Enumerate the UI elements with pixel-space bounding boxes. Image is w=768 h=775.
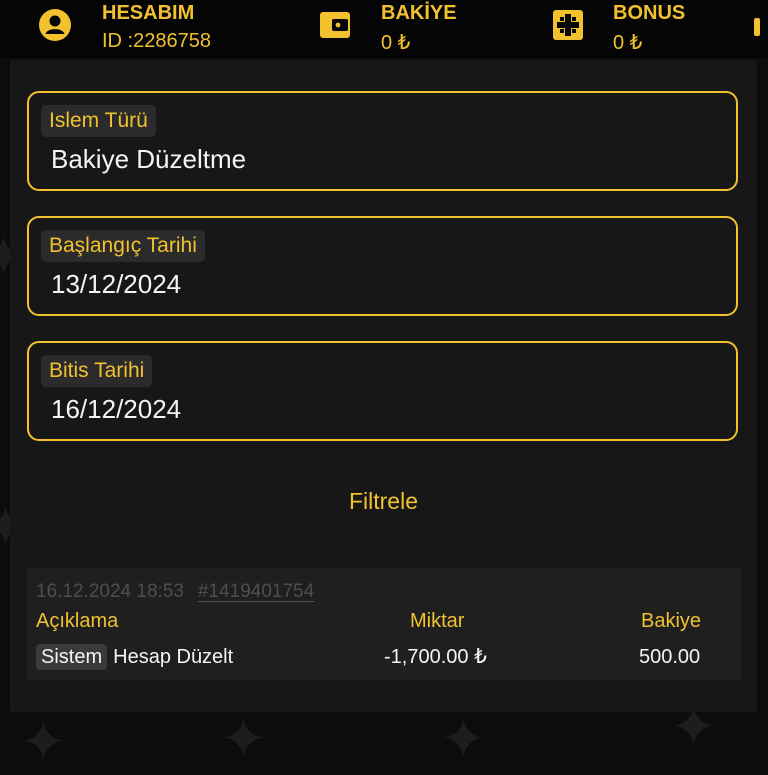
balance-value: 0 ₺ (381, 32, 411, 54)
account-id: ID :2286758 (102, 30, 211, 52)
transaction-id-link[interactable]: #1419401754 (198, 581, 314, 602)
bonus-title: BONUS (613, 2, 686, 24)
end-date-field[interactable]: Bitis Tarihi 16/12/2024 (27, 341, 738, 441)
background-star-icon: ✦ (220, 707, 267, 772)
bonus-header[interactable]: BONUS 0 ₺ (515, 0, 745, 58)
user-circle-icon (39, 9, 71, 41)
source-badge: Sistem (36, 644, 108, 670)
transaction-meta: 16.12.2024 18:53 #1419401754 (36, 580, 314, 604)
start-date-field[interactable]: Başlangıç Tarihi 13/12/2024 (27, 216, 738, 316)
end-date-label: Bitis Tarihi (41, 355, 153, 387)
start-date-label: Başlangıç Tarihi (41, 230, 205, 262)
balance-column-header: Bakiye (641, 610, 702, 632)
transaction-type-label: Islem Türü (41, 105, 156, 137)
transaction-amount: -1,700.00 ₺ (384, 646, 487, 668)
background-star-icon: ✦ (440, 707, 487, 772)
transaction-filter-panel: Islem Türü Bakiye Düzeltme Başlangıç Tar… (10, 60, 757, 712)
amount-column-header: Miktar (410, 610, 465, 632)
end-date-value: 16/12/2024 (51, 394, 182, 424)
background-star-icon: ✦ (20, 710, 67, 775)
balance-title: BAKİYE (381, 2, 457, 24)
account-header[interactable]: HESABIM ID :2286758 (0, 0, 260, 58)
wallet-icon (320, 12, 350, 38)
transaction-datetime: 16.12.2024 18:53 (36, 581, 184, 602)
balance-header[interactable]: BAKİYE 0 ₺ (280, 0, 520, 58)
bonus-value: 0 ₺ (613, 32, 643, 54)
filter-button[interactable]: Filtrele (10, 486, 757, 516)
start-date-value: 13/12/2024 (51, 269, 182, 299)
transaction-balance: 500.00 (639, 646, 701, 668)
header-overflow-indicator (754, 18, 760, 36)
transaction-card: 16.12.2024 18:53 #1419401754 Açıklama Mik… (27, 568, 741, 680)
transaction-type-select[interactable]: Islem Türü Bakiye Düzeltme (27, 91, 738, 191)
account-title: HESABIM (102, 2, 195, 24)
description-text: Hesap Düzelt (113, 646, 234, 668)
transaction-type-value: Bakiye Düzeltme (51, 144, 247, 174)
bonus-gift-icon (553, 10, 583, 40)
description-column-header: Açıklama (36, 610, 119, 632)
transaction-description: Sistem Hesap Düzelt (36, 644, 233, 670)
top-header: HESABIM ID :2286758 BAKİYE 0 ₺ BONUS 0 ₺ (0, 0, 768, 58)
